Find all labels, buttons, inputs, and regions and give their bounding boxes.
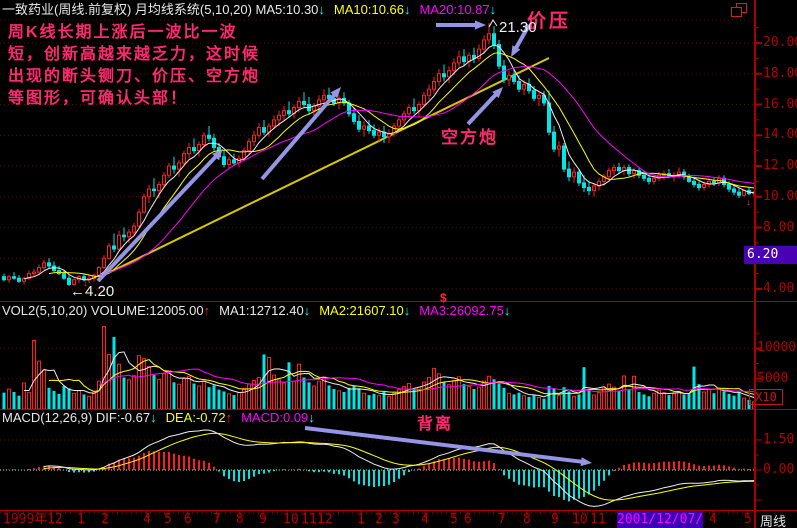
vol-ma2: MA2:21607.10 — [319, 303, 404, 318]
macd-dif-arrow-icon: ↓ — [150, 410, 157, 425]
title-ma10: MA10:10.66 — [334, 2, 404, 17]
vol-ma3-arrow-icon: ↓ — [504, 303, 511, 318]
ma5-down-arrow-icon: ↓ — [318, 2, 325, 17]
volume-multiplier-badge: X10 — [749, 389, 783, 405]
note-line-2: 短，创新高越来越乏力，这时候 — [8, 44, 260, 66]
volume-layer — [3, 327, 756, 409]
vol-ma1-arrow-icon: ↓ — [304, 303, 311, 318]
restore-window-icon[interactable] — [730, 3, 747, 17]
macd-layer — [4, 430, 754, 506]
stock-chart-window: 20.0018.0016.0014.0012.0010.008.006.004.… — [0, 0, 797, 528]
low-signal-marker-icon: ↓ — [83, 279, 88, 289]
ma20-down-arrow-icon: ↓ — [490, 2, 497, 17]
macd-indicator-bar: MACD(12,26,9) DIF:-0.67↓DEA:-0.72↑MACD:0… — [2, 410, 315, 425]
note-line-4: 等图形，可确认头部！ — [8, 88, 260, 110]
peak-price-callout: 21.30 — [499, 19, 537, 36]
cursor-date-tag: 2001/12/07/五 — [617, 511, 703, 528]
title-ma20: MA20:10.87 — [420, 2, 490, 17]
vol-ma3: MA3:26092.75 — [419, 303, 504, 318]
cursor-date-text: 2001/12/07/ — [617, 512, 703, 527]
title-bar: 一致药业(周线.前复权) 月均线系统(5,10,20) MA5:10.30↓MA… — [2, 2, 496, 17]
macd-dif: MACD(12,26,9) DIF:-0.67 — [2, 410, 150, 425]
vol-up-arrow-icon: ↑ — [204, 303, 211, 318]
macd-dea-arrow-icon: ↑ — [226, 410, 233, 425]
macd-dea: DEA:-0.72 — [166, 410, 226, 425]
note-line-3: 出现的断头铡刀、价压、空方炮 — [8, 66, 260, 88]
macd-value: MACD:0.09 — [241, 410, 308, 425]
title-stock-and-ma5: 一致药业(周线.前复权) 月均线系统(5,10,20) MA5:10.30 — [2, 2, 318, 17]
volume-indicator-bar: VOL2(5,10,20) VOLUME:12005.00↑ MA1:12712.… — [2, 303, 510, 318]
note-line-1: 周K线长期上涨后一波比一波 — [8, 22, 260, 44]
last-bar-signal-marker-icon: ↓ — [746, 198, 751, 208]
peak-callout-line — [489, 20, 497, 27]
macd-value-arrow-icon: ↓ — [308, 410, 315, 425]
restore-icon-front-square — [731, 7, 742, 17]
bear-cannon-label: 空方炮 — [441, 123, 498, 148]
price-level-tag: 6.20 — [744, 246, 797, 264]
vol-ma2-arrow-icon: ↓ — [404, 303, 411, 318]
period-selector[interactable]: 周线 — [760, 511, 786, 528]
vol-label: VOL2(5,10,20) VOLUME:12005.00 — [2, 303, 204, 318]
ma10-down-arrow-icon: ↓ — [404, 2, 411, 17]
vol-ma1: MA1:12712.40 — [219, 303, 304, 318]
divergence-label: 背离 — [417, 410, 453, 434]
low-price-callout: ←4.20 — [70, 283, 114, 300]
analysis-note: 周K线长期上涨后一波比一波 短，创新高越来越乏力，这时候 出现的断头铡刀、价压、… — [8, 22, 260, 110]
